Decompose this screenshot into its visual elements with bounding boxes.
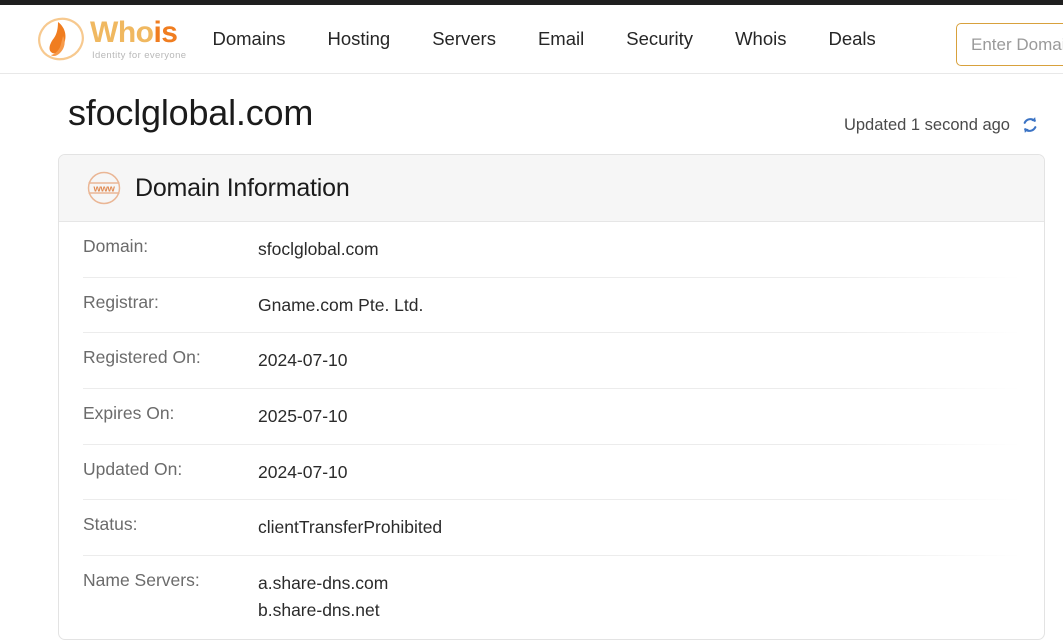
name-server-item: b.share-dns.net [258, 600, 380, 621]
row-label: Status: [83, 514, 138, 535]
domain-search [956, 23, 1063, 66]
updated-status: Updated 1 second ago [844, 114, 1041, 136]
site-header: Whois Identity for everyone Domains Host… [0, 5, 1063, 74]
row-name-servers: Name Servers: a.share-dns.com b.share-dn… [59, 556, 1044, 639]
svg-text:www: www [93, 183, 116, 194]
nav-hosting[interactable]: Hosting [327, 22, 390, 56]
row-value: 2025-07-10 [258, 405, 348, 426]
row-value: clientTransferProhibited [258, 517, 443, 538]
row-label: Registered On: [83, 347, 201, 368]
logo-word-part-2: is [153, 15, 178, 49]
search-input[interactable] [956, 23, 1063, 66]
row-value: sfoclglobal.com [258, 239, 379, 259]
page-title: sfoclglobal.com [68, 92, 314, 133]
row-label: Registrar: [83, 291, 159, 312]
row-updated-on: Updated On: 2024-07-10 [59, 445, 1044, 501]
nav-whois[interactable]: Whois [735, 22, 786, 56]
card-header: www Domain Information [59, 155, 1044, 222]
logo-wordmark: Whois [90, 15, 186, 49]
updated-timestamp: Updated 1 second ago [843, 115, 1010, 134]
card-body: Domain: sfoclglobal.com Registrar: Gname… [59, 222, 1044, 639]
domain-information-card: www Domain Information Domain: sfoclglob… [58, 154, 1045, 640]
www-globe-icon: www [86, 170, 122, 206]
name-server-item: a.share-dns.com [258, 572, 389, 593]
row-expires-on: Expires On: 2025-07-10 [59, 389, 1044, 445]
row-value: a.share-dns.com b.share-dns.net [258, 556, 388, 639]
refresh-icon[interactable] [1019, 114, 1041, 136]
site-logo[interactable]: Whois Identity for everyone [36, 16, 186, 62]
logo-tagline: Identity for everyone [92, 49, 187, 61]
nav-domains[interactable]: Domains [212, 22, 285, 56]
row-status: Status: clientTransferProhibited [59, 500, 1044, 556]
row-label: Expires On: [83, 402, 175, 423]
card-title: Domain Information [135, 173, 350, 202]
row-registered-on: Registered On: 2024-07-10 [59, 333, 1044, 389]
row-label: Updated On: [83, 458, 183, 479]
row-registrar: Registrar: Gname.com Pte. Ltd. [59, 278, 1044, 334]
row-value: 2024-07-10 [258, 350, 348, 371]
page-title-row: sfoclglobal.com Updated 1 second ago [0, 92, 1063, 154]
nav-security[interactable]: Security [626, 22, 693, 56]
row-value: Gname.com Pte. Ltd. [258, 294, 424, 315]
whois-flame-mark-icon [36, 16, 86, 62]
logo-word-part-1: Who [90, 15, 154, 49]
nav-servers[interactable]: Servers [432, 22, 496, 56]
row-value: 2024-07-10 [258, 461, 348, 482]
nav-email[interactable]: Email [538, 22, 584, 56]
main-navigation: Domains Hosting Servers Email Security W… [212, 22, 875, 56]
nav-deals[interactable]: Deals [828, 22, 875, 56]
row-label: Name Servers: [83, 569, 200, 590]
row-label: Domain: [83, 236, 149, 256]
row-domain: Domain: sfoclglobal.com [59, 222, 1044, 278]
